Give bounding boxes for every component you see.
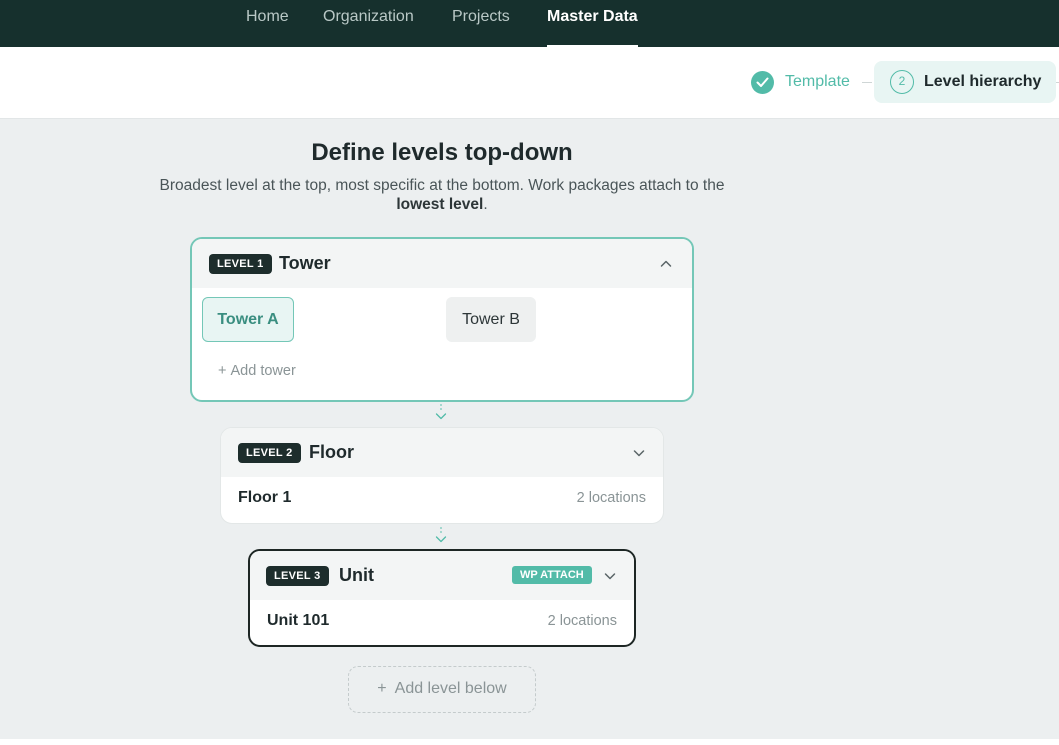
plus-icon: + — [377, 680, 387, 697]
add-level-label: Add level below — [394, 680, 507, 697]
location-row-name[interactable]: Unit 101 — [267, 612, 329, 630]
level-name: Floor — [309, 442, 354, 462]
level-card-header[interactable]: LEVEL 2 Floor — [221, 428, 663, 477]
nav-master-data[interactable]: Master Data — [547, 0, 638, 47]
connector-arrow-icon — [435, 404, 447, 420]
level-badge: LEVEL 2 — [238, 443, 301, 463]
chevron-down-icon[interactable] — [603, 569, 617, 583]
subtitle-emphasis: lowest level — [396, 196, 484, 213]
top-navigation: Home Organization Projects Master Data — [0, 0, 1059, 47]
step-divider — [862, 82, 872, 83]
add-tower-label: Add tower — [230, 363, 296, 379]
step-number-badge: 2 — [890, 70, 914, 94]
wp-attach-badge: WP ATTACH — [512, 566, 592, 584]
wizard-stepper: Template 2 Level hierarchy — [0, 47, 1059, 119]
nav-home[interactable]: Home — [246, 0, 289, 47]
location-chip-tower-a[interactable]: Tower A — [202, 297, 294, 342]
location-chip-tower-b[interactable]: Tower B — [446, 297, 536, 342]
level-name: Tower — [279, 253, 331, 273]
location-count: 2 locations — [547, 613, 617, 629]
level-card-floor: LEVEL 2 Floor Floor 1 2 locations — [220, 427, 664, 524]
page-footer-strip — [0, 739, 1059, 745]
level-card-tower: LEVEL 1 Tower Tower A Tower B + Add towe… — [190, 237, 694, 402]
page-subtitle: Broadest level at the top, most specific… — [155, 176, 729, 214]
add-tower-button[interactable]: + Add tower — [218, 363, 296, 379]
subtitle-text: Broadest level at the top, most specific… — [159, 177, 725, 194]
level-card-header[interactable]: LEVEL 1 Tower — [192, 239, 692, 288]
nav-organization[interactable]: Organization — [323, 0, 414, 47]
connector-arrow-icon — [435, 527, 447, 543]
add-level-below-button[interactable]: + Add level below — [348, 666, 536, 713]
check-icon — [751, 71, 774, 94]
page-title: Define levels top-down — [311, 139, 573, 166]
level-name: Unit — [339, 565, 374, 585]
location-count: 2 locations — [576, 490, 646, 506]
level-card-header[interactable]: LEVEL 3 Unit WP ATTACH — [250, 551, 634, 600]
chevron-down-icon[interactable] — [632, 446, 646, 460]
level-badge: LEVEL 3 — [266, 566, 329, 586]
location-row-name[interactable]: Floor 1 — [238, 489, 291, 507]
level-badge: LEVEL 1 — [209, 254, 272, 274]
step-level-hierarchy-label: Level hierarchy — [924, 73, 1042, 90]
chevron-up-icon[interactable] — [659, 257, 673, 271]
plus-icon: + — [218, 363, 227, 379]
step-level-hierarchy[interactable]: 2 Level hierarchy — [874, 61, 1056, 103]
subtitle-end: . — [483, 196, 488, 213]
level-card-unit: LEVEL 3 Unit WP ATTACH Unit 101 2 locati… — [248, 549, 636, 647]
step-template[interactable]: Template — [785, 73, 850, 91]
nav-projects[interactable]: Projects — [452, 0, 510, 47]
